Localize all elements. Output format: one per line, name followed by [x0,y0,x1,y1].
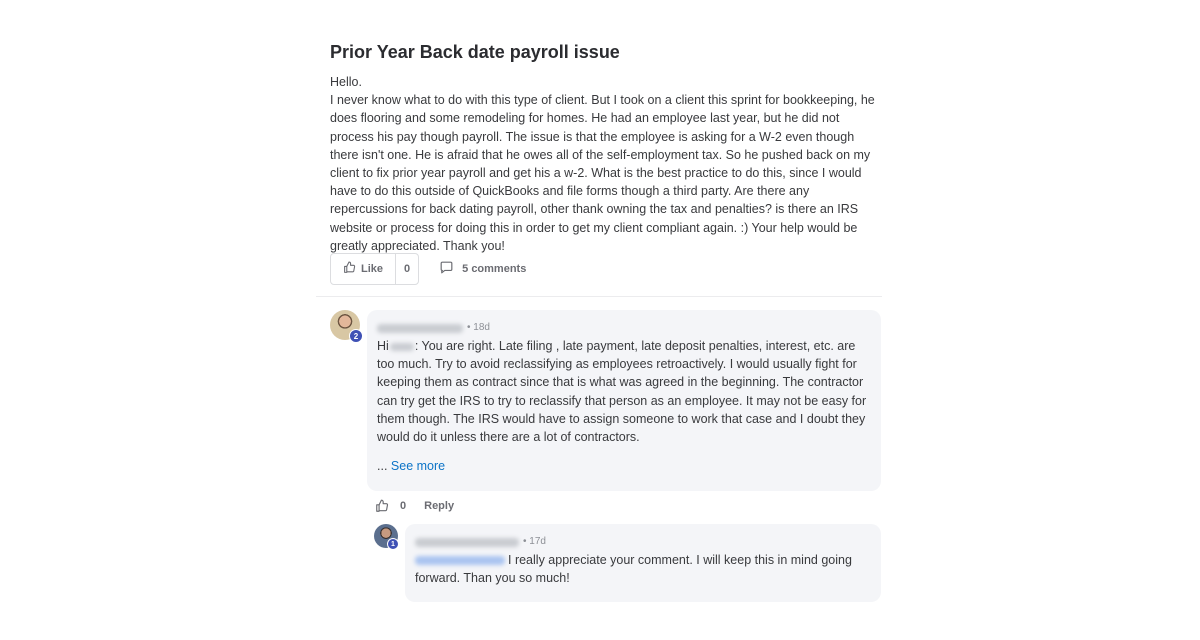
comment-body: : You are right. Late filing , late paym… [377,339,867,445]
comments-button[interactable]: 5 comments [439,261,526,277]
reply-card: • 17d I really appreciate your comment. … [405,524,881,602]
comments-label: 5 comments [462,263,527,275]
comment-meta: • 17d [415,536,867,548]
comment-card: • 18d Hi: You are right. Late filing , l… [367,310,881,491]
post-actions: Like 0 5 comments [330,253,526,285]
like-button[interactable]: Like [331,254,395,284]
comment-like-count: 0 [400,500,407,512]
comment-time: • 18d [467,322,490,333]
like-control: Like 0 [330,253,420,285]
reply-button[interactable]: Reply [424,500,454,512]
rank-badge: 1 [387,538,399,550]
like-label: Like [361,263,384,275]
see-more-row: ... See more [377,457,867,475]
comment-text: Hi: You are right. Late filing , late pa… [377,337,867,446]
thumbs-up-icon [343,261,356,277]
like-count: 0 [395,254,418,284]
comment-meta: • 18d [377,322,867,334]
post-text: I never know what to do with this type o… [330,93,875,253]
post: Prior Year Back date payroll issue Hello… [330,40,882,255]
post-title: Prior Year Back date payroll issue [330,42,620,62]
comment-time: • 17d [523,536,546,547]
commenter-name-redacted[interactable] [377,323,463,333]
commenter-name-redacted[interactable] [415,537,519,547]
divider [316,296,882,297]
see-more-ellipsis: ... [377,459,388,474]
thumbs-up-icon[interactable] [375,499,389,513]
post-body: Hello. I never know what to do with this… [330,73,882,255]
rank-badge: 2 [349,329,363,343]
comment-actions: 0 Reply [375,497,454,515]
comment-text: I really appreciate your comment. I will… [415,551,867,587]
see-more-link[interactable]: See more [391,459,445,473]
speech-bubble-icon [439,261,454,277]
post-greeting: Hello. [330,75,362,89]
comment-greeting: Hi [377,339,389,353]
redacted-name [389,342,414,351]
mention-redacted[interactable] [415,556,505,566]
